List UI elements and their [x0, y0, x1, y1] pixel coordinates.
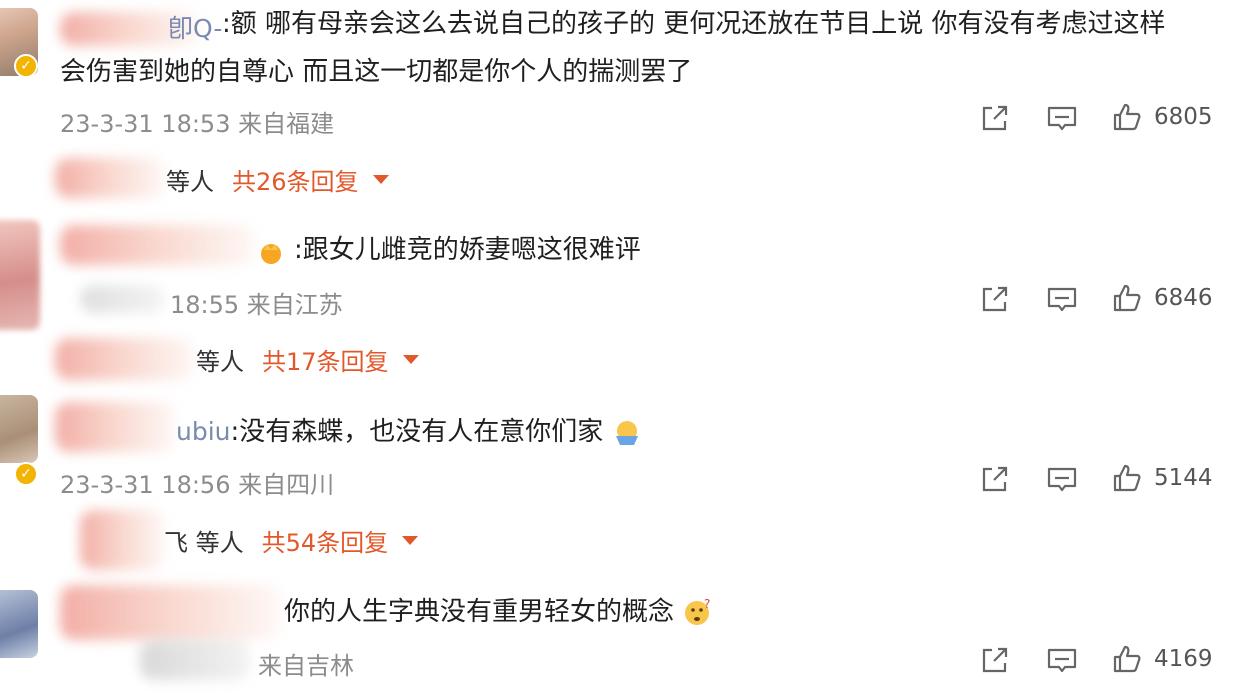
comment-button[interactable]	[1046, 285, 1078, 315]
reply-avatar-blurred	[55, 158, 165, 198]
username-blurred[interactable]	[60, 225, 255, 265]
share-icon	[982, 105, 1008, 131]
comment-text: 会伤害到她的自尊心 而且这一切都是你个人的揣测罢了	[60, 57, 693, 87]
comment-icon	[1047, 467, 1077, 492]
avatar[interactable]	[0, 220, 40, 330]
share-button[interactable]	[980, 464, 1010, 494]
like-button[interactable]: 4169	[1112, 644, 1213, 674]
comment-text: :跟女儿雌竞的娇妻嗯这很难评	[294, 235, 641, 265]
avatar[interactable]	[0, 395, 38, 463]
like-icon	[1113, 103, 1141, 131]
reply-count: 共54条回复	[261, 529, 389, 557]
like-button[interactable]: 6805	[1112, 102, 1213, 132]
timestamp-blurred	[80, 285, 165, 313]
like-icon	[1113, 645, 1141, 673]
username[interactable]: 卽Q-	[168, 9, 222, 45]
share-button[interactable]	[980, 645, 1010, 675]
share-button[interactable]	[980, 103, 1010, 133]
emoji-icon	[615, 420, 638, 445]
comment-timestamp: 23-3-31 18:53 来自福建	[60, 110, 335, 138]
like-button[interactable]: 6846	[1112, 283, 1213, 313]
share-icon	[982, 286, 1008, 312]
thinking-emoji-icon: ?	[685, 597, 711, 625]
comment-icon	[1047, 287, 1077, 312]
username[interactable]: ubiu	[176, 417, 231, 446]
comment-button[interactable]	[1046, 465, 1078, 495]
reply-users: 飞 等人	[164, 529, 244, 557]
view-replies-button[interactable]: 等人 共26条回复	[166, 162, 389, 197]
comment-button[interactable]	[1046, 646, 1078, 676]
comment-timestamp: 18:55 来自江苏	[170, 291, 343, 319]
vip-badge-icon	[258, 240, 284, 266]
comment-icon	[1047, 106, 1077, 131]
share-button[interactable]	[980, 284, 1010, 314]
chevron-down-icon	[372, 175, 389, 184]
reply-avatar-blurred	[80, 510, 165, 570]
comment-timestamp: 23-3-31 18:56 来自四川	[60, 471, 335, 499]
comment-body: 你的人生字典没有重男轻女的概念	[284, 597, 675, 627]
comment-text: :额 哪有母亲会这么去说自己的孩子的 更何况还放在节目上说 你有没有考虑过这样	[222, 9, 1166, 39]
svg-text:?: ?	[704, 597, 710, 611]
timestamp-blurred	[140, 640, 250, 680]
like-button[interactable]: 5144	[1112, 463, 1213, 493]
share-icon	[982, 647, 1008, 673]
view-replies-button[interactable]: 飞 等人 共54条回复	[164, 523, 419, 558]
view-replies-button[interactable]: 等人 共17条回复	[196, 342, 419, 377]
like-count: 5144	[1154, 465, 1213, 491]
comment-body: :没有森蝶，也没有人在意你们家	[230, 417, 604, 447]
username-blurred[interactable]	[55, 402, 175, 452]
like-count: 6805	[1154, 104, 1213, 130]
verified-badge-icon: ✓	[14, 54, 38, 78]
username-blurred[interactable]	[60, 585, 280, 640]
comment-button[interactable]	[1046, 104, 1078, 134]
comment-timestamp: 来自吉林	[258, 652, 354, 680]
comment-text: 你的人生字典没有重男轻女的概念 ?	[284, 593, 714, 631]
like-icon	[1113, 284, 1141, 312]
like-count: 4169	[1154, 646, 1213, 672]
reply-users: 等人	[166, 168, 214, 196]
avatar[interactable]	[0, 590, 38, 658]
chevron-down-icon	[402, 536, 419, 545]
chevron-down-icon	[402, 355, 419, 364]
share-icon	[982, 466, 1008, 492]
like-count: 6846	[1154, 285, 1213, 311]
comment-text: ubiu:没有森蝶，也没有人在意你们家	[176, 413, 642, 451]
like-icon	[1113, 464, 1141, 492]
reply-count: 共26条回复	[232, 168, 359, 196]
reply-count: 共17条回复	[262, 348, 389, 376]
reply-users: 等人	[196, 348, 244, 376]
reply-avatar-blurred	[55, 338, 195, 380]
verified-badge-icon: ✓	[14, 462, 38, 486]
comment-icon	[1047, 648, 1077, 673]
